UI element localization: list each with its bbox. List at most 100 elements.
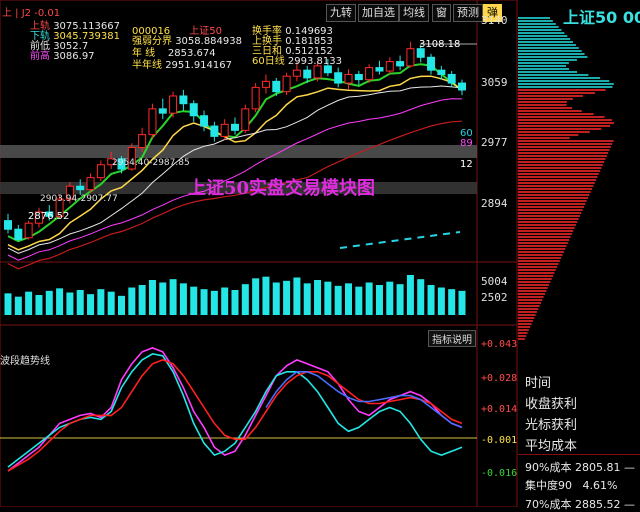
ma-button[interactable]: 均线 [399, 4, 429, 22]
window-button[interactable]: 窗 [432, 4, 451, 22]
info-col-3: 换手率 0.149693 上换手 0.181853 三日和 0.512152 6… [252, 22, 342, 67]
price-tick-3: 2977 [481, 136, 508, 149]
volume-bar [365, 282, 373, 315]
indicator-line-3 [265, 370, 463, 429]
volume-bar [45, 290, 53, 315]
indicator-name: 波段趋势线 [0, 356, 50, 367]
ma-line-2 [7, 85, 463, 254]
half-year-label: 半年线 [132, 60, 162, 71]
volume-bar [417, 279, 425, 315]
chart-title: 上证50实盘交易模块图 [188, 178, 376, 199]
half-year-value: 2951.914167 [165, 60, 232, 71]
candle-body [313, 65, 322, 79]
volume-bar [190, 286, 198, 315]
forecast-button[interactable]: 预测 [453, 4, 483, 22]
volume-bar [448, 289, 456, 315]
candle-body [344, 73, 353, 84]
candle-body [447, 73, 456, 84]
candle-body [138, 134, 147, 149]
volume-bar [210, 290, 218, 315]
volume-bar [97, 289, 105, 315]
nine-turn-button[interactable]: 九转 [326, 4, 356, 22]
cost70-row: 70%成本 2885.52 — [525, 498, 635, 511]
candle-body [437, 69, 446, 75]
projection-line [339, 231, 461, 249]
candle-body [169, 95, 178, 114]
volume-bar [324, 281, 332, 315]
volume-bar [14, 296, 22, 315]
volume-bar [107, 291, 115, 315]
candle-body [76, 185, 85, 191]
candle-body [96, 164, 105, 179]
ind-tick-3: +0.014 [481, 404, 518, 415]
info-col-1: 上轨 3075.113667 下轨 3045.739381 前低 3052.7 … [30, 22, 120, 62]
avg-cost-menu-item[interactable]: 平均成本 [525, 435, 577, 454]
candle-body [210, 125, 219, 137]
volume-bar [128, 287, 136, 315]
concentration-row: 集中度90 4.61% [525, 479, 618, 492]
candle-body [220, 123, 229, 137]
volume-bar [148, 280, 156, 315]
volume-bar [87, 294, 95, 315]
volume-bar [375, 285, 383, 315]
volume-bars [4, 275, 466, 315]
volume-bar [56, 288, 64, 315]
ind-tick-4: -0.001 [481, 435, 518, 446]
period-tag: 上 | J2 -0.01 [2, 8, 61, 19]
candle-body [303, 69, 312, 79]
candle-body [385, 61, 394, 72]
add-watchlist-button[interactable]: 加自选 [358, 4, 399, 22]
candle-body [200, 115, 209, 127]
volume-bar [314, 280, 322, 315]
indicator-help-button[interactable]: 指标说明 [428, 330, 476, 347]
moving-averages [7, 63, 463, 270]
close-profit-menu-item[interactable]: 收盘获利 [525, 393, 577, 412]
candle-body [14, 228, 23, 241]
candle-body [231, 123, 239, 131]
candle-body [189, 103, 198, 117]
candle-body [365, 67, 374, 81]
volume-bar [427, 285, 435, 315]
low-price-label: 2876.52 [28, 211, 70, 222]
volume-bar [231, 290, 239, 315]
volume-bar [159, 282, 167, 315]
volume-bar [272, 282, 280, 315]
volume-bar [283, 280, 291, 315]
candle-body [292, 69, 301, 77]
high-price-label: 3108.18 [419, 39, 461, 50]
candle-body [261, 80, 270, 88]
cursor-profit-menu-item[interactable]: 光标获利 [525, 414, 577, 433]
volume-bar [4, 293, 12, 315]
cost90-row: 90%成本 2805.81 — [525, 461, 635, 474]
volume-tick-1: 5004 [481, 275, 508, 288]
time-menu-item[interactable]: 时间 [525, 372, 551, 391]
ind-tick-2: +0.028 [481, 373, 518, 384]
ma60-label: 60日线 [252, 56, 285, 67]
volume-bar [437, 287, 445, 315]
mark-12: 12 [460, 159, 473, 170]
ma-line-1 [7, 75, 463, 251]
volume-bar [169, 279, 177, 315]
mark-89: 89 [460, 138, 473, 149]
volume-bar [241, 284, 249, 315]
candle-body [427, 56, 436, 71]
candle-body [241, 108, 250, 131]
candle-body [334, 72, 343, 84]
resistance-band [0, 145, 477, 158]
candle-body [272, 80, 281, 93]
candle-body [406, 48, 415, 67]
candle-body [4, 220, 12, 230]
volume-bar [345, 283, 352, 315]
ind-tick-5: -0.016 [481, 468, 518, 479]
candle-body [24, 222, 33, 239]
volume-tick-2: 2502 [481, 291, 508, 304]
range-2-label: 2903.94-2907.77 [40, 194, 118, 204]
chart-frame [0, 0, 518, 507]
volume-bar [221, 287, 229, 315]
indicator-lines [7, 347, 463, 472]
candle-body [158, 108, 167, 114]
volume-bar [200, 289, 208, 315]
price-tick-1: 3140 [481, 14, 508, 27]
volume-bar [303, 283, 311, 315]
candle-body [282, 75, 291, 93]
